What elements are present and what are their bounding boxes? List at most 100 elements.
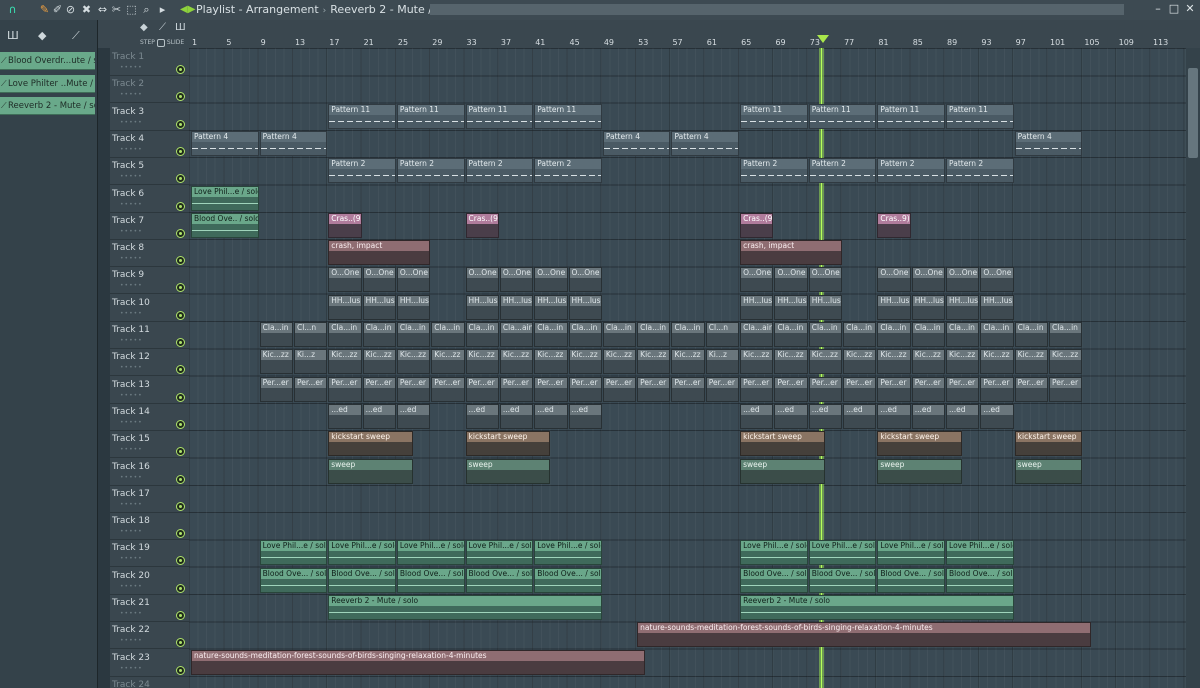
playlist-clip[interactable]: Cla...ain <box>740 322 774 347</box>
playlist-clip[interactable]: ...ed <box>740 403 774 429</box>
track-mute-led-icon[interactable] <box>176 392 185 402</box>
track-header[interactable]: Track 9 ••••• <box>110 266 189 295</box>
playlist-clip[interactable]: Pattern 4 <box>602 130 671 156</box>
playlist-clip[interactable]: HH...lus <box>877 294 911 320</box>
track-header[interactable]: Track 7 ••••• <box>110 212 189 240</box>
playlist-clip[interactable]: ...ed <box>980 403 1014 429</box>
playlist-clip[interactable]: nature-sounds-meditation-forest-sounds-o… <box>637 622 1091 648</box>
slip-icon[interactable]: ⇔ <box>96 3 109 16</box>
playlist-clip[interactable]: Cla...ain <box>499 322 534 347</box>
pattern-source-icon[interactable]: Ш <box>7 29 19 42</box>
playback-icon[interactable]: ▸ <box>156 3 169 16</box>
playlist-clip[interactable]: O...One <box>740 267 774 293</box>
playlist-clip[interactable]: ...ed <box>774 403 808 429</box>
playlist-clip[interactable]: ...ed <box>808 403 843 429</box>
playlist-clip[interactable]: Kic...zz <box>671 349 705 375</box>
playlist-clip[interactable]: kickstart sweep <box>1014 431 1083 457</box>
playlist-clip[interactable]: Pattern 2 <box>808 158 877 184</box>
track-mute-led-icon[interactable] <box>176 174 185 184</box>
playlist-clip[interactable]: Per...er <box>328 376 362 402</box>
playlist-clip[interactable]: kickstart sweep <box>740 431 825 457</box>
audio-source-icon[interactable]: ◆ <box>38 29 46 42</box>
track-mute-led-icon[interactable] <box>176 338 185 347</box>
playlist-clip[interactable]: HH...lus <box>396 294 431 320</box>
playlist-clip[interactable]: Cla...in <box>980 322 1014 347</box>
track-mute-led-icon[interactable] <box>176 228 185 238</box>
playlist-clip[interactable]: Love Phil...e / solo <box>877 540 946 566</box>
playlist-clip[interactable]: Love Phil...e / solo <box>946 540 1014 566</box>
playlist-clip[interactable]: Kic...zz <box>328 349 362 375</box>
playlist-clip[interactable]: Pattern 2 <box>740 158 808 184</box>
playlist-clip[interactable]: Kic...zz <box>568 349 602 375</box>
playlist-clip[interactable]: Love Phil...e / solo <box>465 540 534 566</box>
playlist-clip[interactable]: Pattern 11 <box>808 103 877 129</box>
playlist-clip[interactable]: Cla...in <box>637 322 671 347</box>
browser-item-blood-overdrive[interactable]: ⟋Blood Overdr...ute / solo <box>0 52 95 70</box>
playlist-clip[interactable]: Blood Ove... / solo <box>808 567 877 593</box>
track-mute-led-icon[interactable] <box>176 501 185 511</box>
playlist-clip[interactable]: Per...er <box>602 376 637 402</box>
automation-source-icon[interactable]: ⟋ <box>72 29 80 43</box>
playlist-clip[interactable]: Reeverb 2 - Mute / solo <box>740 595 1014 620</box>
track-header[interactable]: Track 14 ••••• <box>110 403 189 431</box>
playlist-clip[interactable]: Cla...in <box>362 322 396 347</box>
playlist-clip[interactable]: HH...lus <box>808 294 843 320</box>
playlist-grid[interactable]: Pattern 11 Pattern 11 Pattern 11 Pattern 11… <box>189 48 1200 688</box>
playlist-clip[interactable]: HH...lus <box>568 294 602 320</box>
playlist-clip[interactable]: O...One <box>534 267 568 293</box>
playlist-clip[interactable]: Kic...zz <box>362 349 396 375</box>
playlist-clip[interactable]: Cla...in <box>396 322 431 347</box>
playlist-clip[interactable]: Cla...in <box>774 322 808 347</box>
track-mute-led-icon[interactable] <box>176 529 185 539</box>
playlist-clip[interactable]: Cla...in <box>465 322 499 347</box>
playlist-clip[interactable]: Per...er <box>946 376 980 402</box>
playlist-clip[interactable]: Blood Ove... / solo <box>465 567 534 593</box>
vertical-scrollbar[interactable] <box>1186 48 1200 688</box>
playlist-clip[interactable]: kickstart sweep <box>328 431 414 457</box>
playlist-clip[interactable]: Blood Ove... / solo <box>740 567 808 593</box>
playlist-clip[interactable]: Love Phil...e / solo <box>259 540 328 566</box>
playlist-clip[interactable]: Cla...in <box>568 322 602 347</box>
track-header[interactable]: Track 6 ••••• <box>110 185 189 213</box>
track-header[interactable]: Track 21 ••••• <box>110 594 189 622</box>
snap-pattern-icon[interactable]: Ш <box>175 22 186 33</box>
playlist-clip[interactable]: sweep <box>877 458 963 484</box>
playlist-clip[interactable]: Per...er <box>740 376 774 402</box>
track-mute-led-icon[interactable] <box>176 583 185 593</box>
playlist-clip[interactable]: Kic...zz <box>259 349 293 375</box>
playlist-clip[interactable]: HH...lus <box>980 294 1014 320</box>
playlist-clip[interactable]: ...ed <box>877 403 911 429</box>
playlist-clip[interactable]: ...ed <box>568 403 602 429</box>
playlist-clip[interactable]: Love Phil...e / solo <box>396 540 465 566</box>
playlist-clip[interactable]: Per...er <box>293 376 328 402</box>
playlist-clip[interactable]: Pattern 2 <box>534 158 602 184</box>
playlist-clip[interactable]: HH...lus <box>534 294 568 320</box>
playlist-clip[interactable]: Love Phil...e / solo <box>191 185 259 211</box>
brush-icon[interactable]: ✐ <box>51 3 64 16</box>
track-mute-led-icon[interactable] <box>176 474 185 484</box>
playlist-clip[interactable]: ...ed <box>362 403 396 429</box>
magnet-icon[interactable]: ∩ <box>6 3 19 16</box>
step-checkbox[interactable] <box>156 38 165 47</box>
playlist-clip[interactable]: Pattern 11 <box>877 103 946 129</box>
playlist-clip[interactable]: O...One <box>774 267 808 293</box>
playlist-clip[interactable]: Cras..(9) <box>740 212 774 238</box>
slice-icon[interactable]: ✂ <box>110 3 123 16</box>
select-icon[interactable]: ⬚ <box>125 3 138 16</box>
playlist-clip[interactable]: Kic...zz <box>740 349 774 375</box>
snap-curve-icon[interactable]: ⟋ <box>159 22 166 33</box>
playlist-clip[interactable]: ...ed <box>911 403 946 429</box>
mute-icon[interactable]: ✖ <box>80 3 93 16</box>
playlist-clip[interactable]: Pattern 11 <box>946 103 1014 129</box>
playlist-clip[interactable]: Per...er <box>499 376 534 402</box>
track-mute-led-icon[interactable] <box>176 65 185 74</box>
playlist-clip[interactable]: Per...er <box>980 376 1014 402</box>
browser-item-reeverb[interactable]: ⟋Reeverb 2 - Mute / solo <box>0 97 95 115</box>
playlist-clip[interactable]: HH...lus <box>946 294 980 320</box>
track-header[interactable]: Track 2 ••••• <box>110 75 189 104</box>
playlist-clip[interactable]: sweep <box>740 458 825 484</box>
track-header[interactable]: Track 24••••• <box>110 676 189 688</box>
track-mute-led-icon[interactable] <box>176 419 185 429</box>
playlist-clip[interactable]: Per...er <box>671 376 705 402</box>
playlist-clip[interactable]: Per...er <box>808 376 843 402</box>
